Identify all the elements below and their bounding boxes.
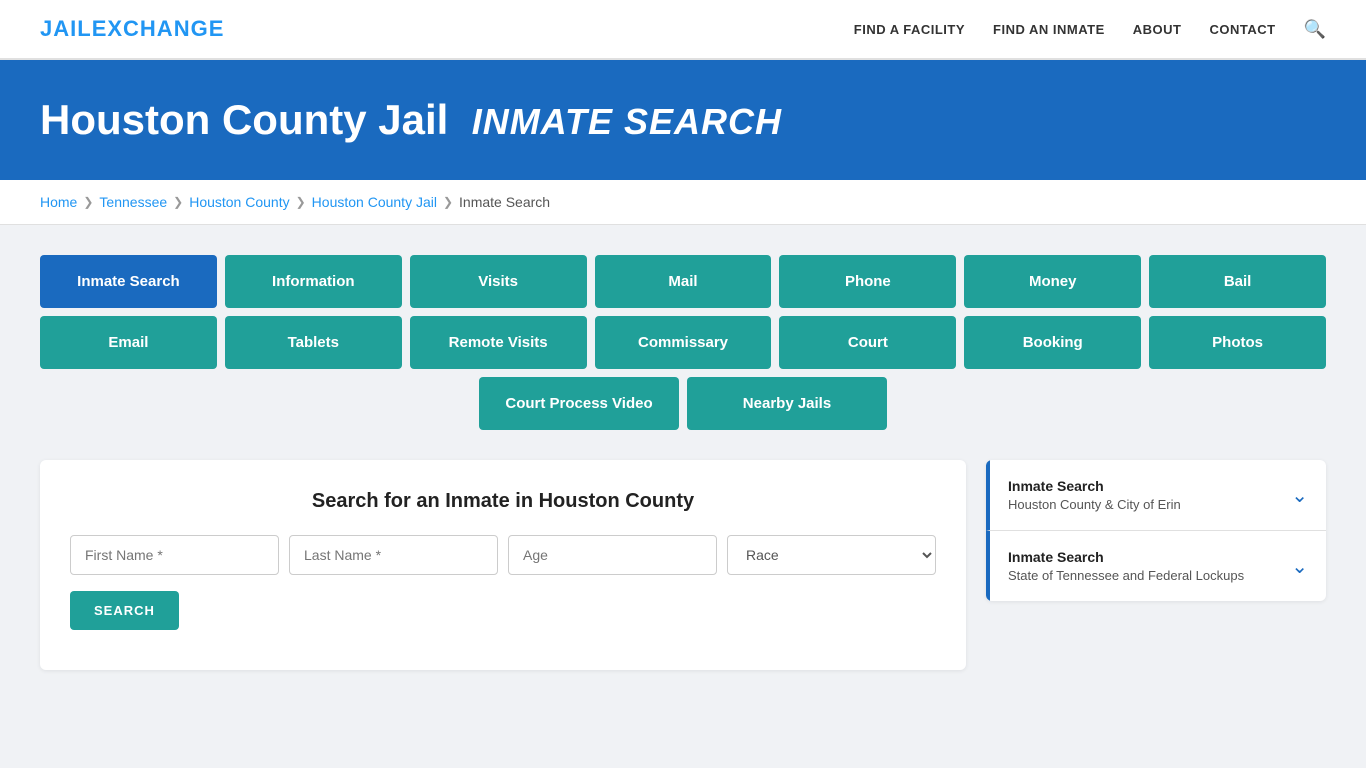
tabs-row-2: Email Tablets Remote Visits Commissary C… bbox=[40, 316, 1326, 369]
sidebar-item-title-2: Inmate Search bbox=[1008, 549, 1244, 565]
tab-bail[interactable]: Bail bbox=[1149, 255, 1326, 308]
tab-phone[interactable]: Phone bbox=[779, 255, 956, 308]
logo-jail: JAIL bbox=[40, 16, 92, 41]
tabs-row-3: Court Process Video Nearby Jails bbox=[40, 377, 1326, 430]
header-search-button[interactable]: 🔍 bbox=[1304, 19, 1326, 40]
tabs-grid: Inmate Search Information Visits Mail Ph… bbox=[40, 255, 1326, 430]
search-card: Search for an Inmate in Houston County R… bbox=[40, 460, 966, 670]
hero-title-sub: INMATE SEARCH bbox=[472, 101, 782, 142]
breadcrumb-houston-county-jail[interactable]: Houston County Jail bbox=[312, 194, 437, 210]
chevron-down-icon-2: ⌄ bbox=[1291, 554, 1308, 579]
tab-email[interactable]: Email bbox=[40, 316, 217, 369]
main-nav: FIND A FACILITY FIND AN INMATE ABOUT CON… bbox=[854, 19, 1326, 40]
hero-title-main: Houston County Jail bbox=[40, 96, 448, 143]
search-fields: Race White Black Hispanic Asian Other bbox=[70, 535, 936, 575]
lower-section: Search for an Inmate in Houston County R… bbox=[40, 460, 1326, 670]
breadcrumb-sep-2: ❯ bbox=[173, 195, 183, 209]
tab-visits[interactable]: Visits bbox=[410, 255, 587, 308]
nav-about[interactable]: ABOUT bbox=[1133, 22, 1182, 37]
sidebar: Inmate Search Houston County & City of E… bbox=[986, 460, 1326, 601]
sidebar-item-text-1: Inmate Search Houston County & City of E… bbox=[1008, 478, 1181, 512]
breadcrumb-sep-3: ❯ bbox=[296, 195, 306, 209]
breadcrumb-sep-4: ❯ bbox=[443, 195, 453, 209]
logo[interactable]: JAILEXCHANGE bbox=[40, 16, 224, 42]
nav-find-facility[interactable]: FIND A FACILITY bbox=[854, 22, 965, 37]
tabs-row-1: Inmate Search Information Visits Mail Ph… bbox=[40, 255, 1326, 308]
header: JAILEXCHANGE FIND A FACILITY FIND AN INM… bbox=[0, 0, 1366, 60]
tab-nearby-jails[interactable]: Nearby Jails bbox=[687, 377, 887, 430]
main-content: Inmate Search Information Visits Mail Ph… bbox=[0, 225, 1366, 700]
nav-contact[interactable]: CONTACT bbox=[1209, 22, 1275, 37]
first-name-input[interactable] bbox=[70, 535, 279, 575]
hero-banner: Houston County Jail INMATE SEARCH bbox=[0, 60, 1366, 180]
sidebar-item-tennessee[interactable]: Inmate Search State of Tennessee and Fed… bbox=[986, 531, 1326, 601]
search-title: Search for an Inmate in Houston County bbox=[70, 490, 936, 513]
breadcrumb-bar: Home ❯ Tennessee ❯ Houston County ❯ Hous… bbox=[0, 180, 1366, 225]
tab-inmate-search[interactable]: Inmate Search bbox=[40, 255, 217, 308]
last-name-input[interactable] bbox=[289, 535, 498, 575]
breadcrumb-sep-1: ❯ bbox=[83, 195, 93, 209]
nav-find-inmate[interactable]: FIND AN INMATE bbox=[993, 22, 1105, 37]
tab-remote-visits[interactable]: Remote Visits bbox=[410, 316, 587, 369]
tab-tablets[interactable]: Tablets bbox=[225, 316, 402, 369]
tab-mail[interactable]: Mail bbox=[595, 255, 772, 308]
tab-court-process-video[interactable]: Court Process Video bbox=[479, 377, 679, 430]
tab-booking[interactable]: Booking bbox=[964, 316, 1141, 369]
sidebar-item-text-2: Inmate Search State of Tennessee and Fed… bbox=[1008, 549, 1244, 583]
breadcrumb-houston-county[interactable]: Houston County bbox=[189, 194, 289, 210]
tab-commissary[interactable]: Commissary bbox=[595, 316, 772, 369]
sidebar-item-houston-county[interactable]: Inmate Search Houston County & City of E… bbox=[986, 460, 1326, 531]
tab-photos[interactable]: Photos bbox=[1149, 316, 1326, 369]
breadcrumb-home[interactable]: Home bbox=[40, 194, 77, 210]
sidebar-item-title-1: Inmate Search bbox=[1008, 478, 1181, 494]
logo-exchange: EXCHANGE bbox=[92, 16, 225, 41]
search-button[interactable]: SEARCH bbox=[70, 591, 179, 630]
breadcrumb: Home ❯ Tennessee ❯ Houston County ❯ Hous… bbox=[40, 194, 1326, 210]
age-input[interactable] bbox=[508, 535, 717, 575]
breadcrumb-current: Inmate Search bbox=[459, 194, 550, 210]
tab-court[interactable]: Court bbox=[779, 316, 956, 369]
tab-money[interactable]: Money bbox=[964, 255, 1141, 308]
sidebar-item-subtitle-1: Houston County & City of Erin bbox=[1008, 497, 1181, 512]
chevron-down-icon-1: ⌄ bbox=[1291, 483, 1308, 508]
breadcrumb-tennessee[interactable]: Tennessee bbox=[99, 194, 167, 210]
tab-information[interactable]: Information bbox=[225, 255, 402, 308]
hero-title: Houston County Jail INMATE SEARCH bbox=[40, 96, 1326, 144]
sidebar-item-subtitle-2: State of Tennessee and Federal Lockups bbox=[1008, 568, 1244, 583]
race-select[interactable]: Race White Black Hispanic Asian Other bbox=[727, 535, 936, 575]
